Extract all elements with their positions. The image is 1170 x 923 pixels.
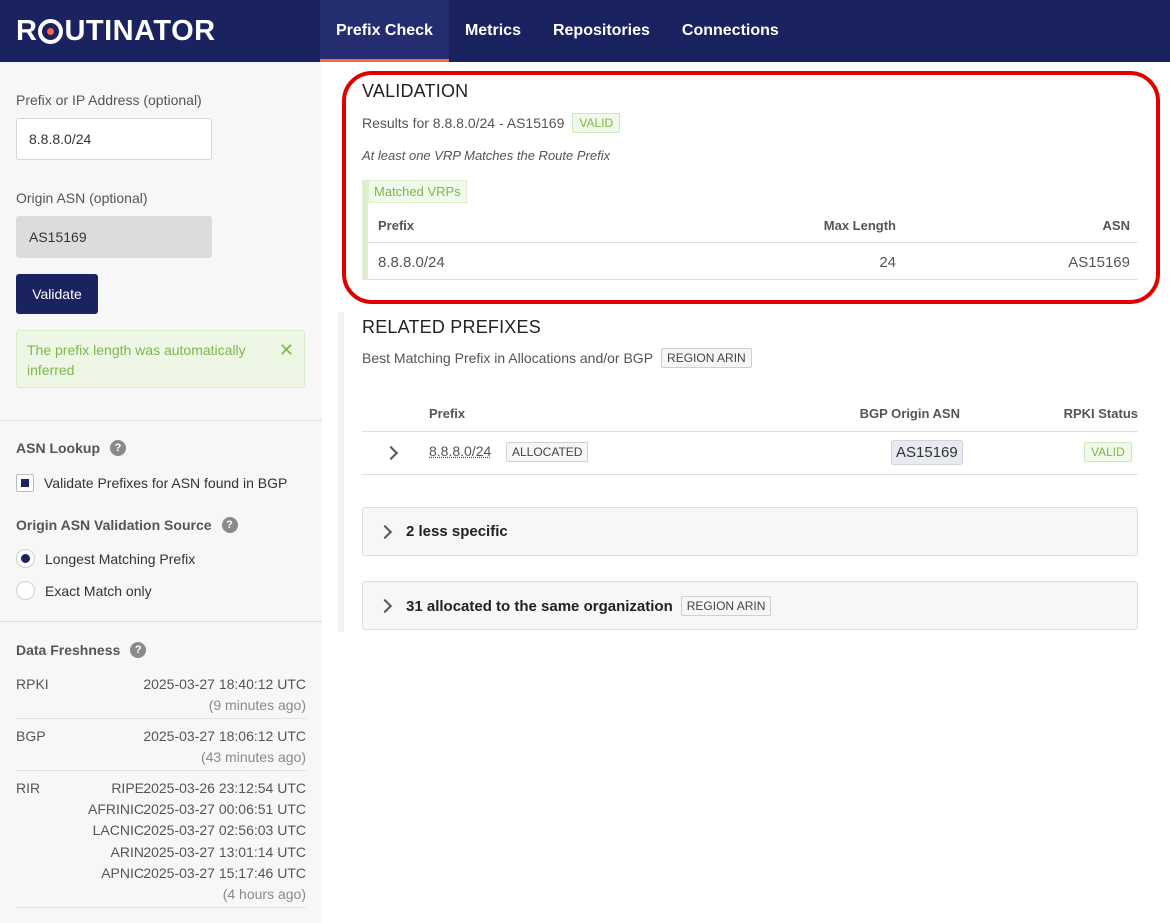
rir-row-arin: ARIN 2025-03-27 13:01:14 UTC [110,844,306,860]
rir-ago: (4 hours ago) [222,886,306,902]
rir-freshness: RIR RIPE 2025-03-26 23:12:54 UTC AFRINIC… [16,780,306,910]
radio-label: Exact Match only [45,582,152,599]
chevron-right-icon[interactable] [383,445,399,461]
nav-prefix-check[interactable]: Prefix Check [320,0,449,62]
notice-text: The prefix length was automatically infe… [27,342,246,378]
highlight-annotation [342,71,1160,304]
divider [0,621,322,622]
rir-row-apnic: APNIC 2025-03-27 15:17:46 UTC [101,865,306,881]
asn-lookup-title: ASN Lookup? [16,440,126,456]
related-title: RELATED PREFIXES [362,317,541,337]
radio-selected-icon[interactable] [16,549,35,568]
rir-label: RIR [16,780,41,796]
less-specific-accordion[interactable]: 2 less specific [362,507,1138,556]
prefix-input[interactable]: 8.8.8.0/24 [16,118,212,160]
divider [362,474,1138,475]
bgp-time: 2025-03-27 18:06:12 UTC [143,728,306,744]
region-badge: REGION ARIN [680,596,772,616]
nav-connections[interactable]: Connections [666,0,795,62]
rir-row-lacnic: LACNIC 2025-03-27 02:56:03 UTC [92,822,306,838]
nav-repositories[interactable]: Repositories [537,0,666,62]
same-org-accordion[interactable]: 31 allocated to the same organization RE… [362,581,1138,630]
bgp-label: BGP [16,728,46,744]
divider [16,907,306,908]
main-nav: Prefix Check Metrics Repositories Connec… [320,0,795,62]
asn-lookup-checkbox-row[interactable]: Validate Prefixes for ASN found in BGP [16,474,287,492]
chevron-right-icon [377,598,393,614]
region-badge: REGION ARIN [661,348,752,368]
chevron-right-icon [377,524,393,540]
col-rpki-status: RPKI Status [1063,406,1138,421]
col-prefix: Prefix [429,406,466,421]
checkbox-label: Validate Prefixes for ASN found in BGP [44,475,288,491]
radio-longest-match[interactable]: Longest Matching Prefix [16,549,195,568]
logo-o-icon [38,18,64,44]
rpki-ago: (9 minutes ago) [208,697,306,713]
radio-exact-match[interactable]: Exact Match only [16,581,152,600]
bgp-asn-chip[interactable]: AS15169 [891,440,963,465]
less-specific-label: 2 less specific [406,523,508,540]
sidebar: Prefix or IP Address (optional) 8.8.8.0/… [0,62,322,923]
bgp-ago: (43 minutes ago) [200,749,306,765]
rpki-time: 2025-03-27 18:40:12 UTC [143,676,306,692]
routinator-logo[interactable]: R UTINATOR [16,14,216,48]
section-bar [338,312,344,632]
source-title: Origin ASN Validation Source? [16,517,238,533]
divider [362,431,1138,432]
main-content: VALIDATION Results for 8.8.8.0/24 - AS15… [322,62,1170,923]
rpki-label: RPKI [16,676,49,692]
prefix-label: Prefix or IP Address (optional) [16,92,202,108]
rir-row-ripe: RIPE 2025-03-26 23:12:54 UTC [111,780,306,796]
help-icon[interactable]: ? [221,517,238,533]
rpki-status-badge: VALID [1084,442,1132,462]
divider [16,718,306,719]
checkbox-checked-icon[interactable] [16,474,34,492]
divider [16,770,306,771]
col-bgp-origin: BGP Origin ASN [859,406,960,421]
inferred-notice: The prefix length was automatically infe… [16,330,305,388]
help-icon[interactable]: ? [130,642,147,658]
allocated-badge: ALLOCATED [506,442,589,462]
divider [0,420,322,421]
help-icon[interactable]: ? [110,440,126,456]
asn-input[interactable]: AS15169 [16,216,212,258]
validate-button[interactable]: Validate [16,274,98,314]
close-icon[interactable]: ✕ [279,340,294,360]
radio-label: Longest Matching Prefix [45,550,196,567]
radio-unselected-icon[interactable] [16,581,35,600]
rir-row-afrinic: AFRINIC 2025-03-27 00:06:51 UTC [88,801,306,817]
asn-label: Origin ASN (optional) [16,190,148,206]
related-prefix-link[interactable]: 8.8.8.0/24 [429,443,491,459]
same-org-label: 31 allocated to the same organization RE… [406,596,772,616]
nav-metrics[interactable]: Metrics [449,0,537,62]
top-navbar: R UTINATOR Prefix Check Metrics Repositor… [0,0,1170,62]
related-subtitle: Best Matching Prefix in Allocations and/… [362,348,752,368]
freshness-title: Data Freshness? [16,642,147,658]
